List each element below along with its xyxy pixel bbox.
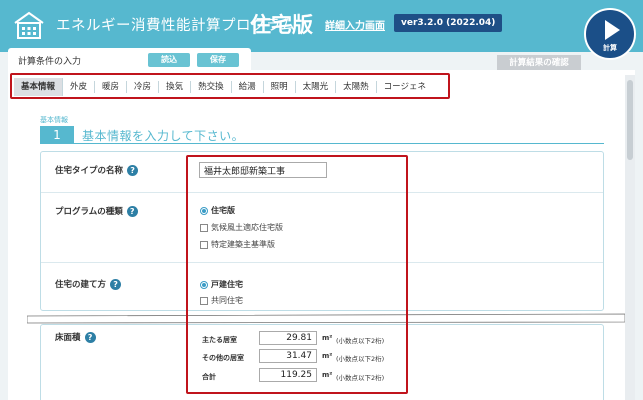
app-header: エネルギー消費性能計算プログラム 住宅版 詳細入力画面 ver3.2.0 (20…: [0, 0, 643, 52]
help-icon[interactable]: ?: [84, 331, 96, 343]
step-divider: [74, 143, 604, 144]
help-icon[interactable]: ?: [110, 278, 122, 290]
help-icon[interactable]: ?: [127, 164, 139, 176]
building-type-label: 住宅の建て方 ?: [55, 278, 122, 290]
floor-area-label-text: 床面積: [55, 333, 81, 343]
house-logo-icon: [14, 11, 44, 39]
input-conditions-panel: 計算条件の入力 読込 保存: [8, 48, 251, 70]
step-label: 基本情報: [40, 116, 68, 124]
tabs-highlight-box: [10, 73, 450, 99]
calculate-button[interactable]: 計算: [584, 8, 636, 60]
load-button[interactable]: 読込: [148, 53, 190, 67]
house-name-label: 住宅タイプの名称 ?: [55, 164, 139, 176]
detail-input-link[interactable]: 詳細入力画面: [325, 17, 385, 32]
scrollbar-thumb[interactable]: [627, 80, 633, 160]
play-icon: [605, 20, 620, 40]
input-conditions-title: 計算条件の入力: [18, 57, 82, 67]
calculate-label: 計算: [603, 44, 617, 52]
program-type-label-text: プログラムの種類: [55, 207, 123, 217]
version-badge: ver3.2.0 (2022.04): [394, 14, 503, 32]
floor-area-label: 床面積 ?: [55, 331, 96, 343]
save-button[interactable]: 保存: [197, 53, 239, 67]
inputs-highlight-box: [186, 155, 408, 394]
step-title: 基本情報を入力して下さい。: [82, 129, 245, 143]
program-type-label: プログラムの種類 ?: [55, 205, 138, 217]
help-icon[interactable]: ?: [126, 205, 138, 217]
step-number: 1: [40, 126, 74, 144]
app-edition: 住宅版: [250, 13, 313, 37]
house-name-label-text: 住宅タイプの名称: [55, 166, 124, 176]
building-type-label-text: 住宅の建て方: [55, 280, 107, 290]
